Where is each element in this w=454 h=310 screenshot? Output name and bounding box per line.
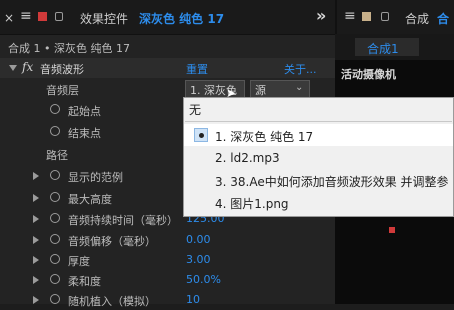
effect-name: 音频波形 (40, 63, 84, 76)
dropdown-option[interactable]: 4. 图片1.png (184, 191, 453, 213)
stopwatch-icon[interactable] (50, 170, 60, 180)
property-row: 柔和度 50.0% (0, 270, 335, 290)
stopwatch-icon[interactable] (50, 254, 60, 264)
dropdown-option-label: 无 (189, 103, 202, 117)
dropdown-option-label: 1. 深灰色 纯色 17 (215, 130, 314, 144)
expand-icon[interactable] (33, 172, 39, 180)
tan-label-square (362, 12, 371, 21)
property-value[interactable]: 0.00 (186, 233, 211, 246)
stopwatch-icon[interactable] (50, 213, 60, 223)
panel-options-icon[interactable]: ≡ (344, 8, 356, 24)
dropdown-option-label: 3. 38.Ae中如何添加音频波形效果 并调整参 (215, 175, 449, 189)
stopwatch-icon[interactable] (50, 274, 60, 284)
mouse-cursor-icon: ➤ (226, 86, 237, 100)
stopwatch-icon[interactable] (50, 294, 60, 304)
composition-tabbar: ≡ 合成 合 (335, 0, 454, 34)
reset-link[interactable]: 重置 (186, 61, 208, 77)
lock-icon[interactable] (55, 12, 63, 21)
composition-tab-name[interactable]: 合 (437, 10, 449, 27)
panel-menu-icon[interactable]: × (4, 11, 14, 25)
expand-icon[interactable] (33, 276, 39, 284)
stopwatch-icon[interactable] (50, 104, 60, 114)
dropdown-option-none[interactable]: 无 (184, 98, 453, 120)
property-label: 柔和度 (68, 275, 101, 288)
stopwatch-icon[interactable] (50, 126, 60, 136)
expand-icon[interactable] (33, 194, 39, 202)
property-value[interactable]: 3.00 (186, 253, 211, 266)
effects-breadcrumb: 合成 1 • 深灰色 纯色 17 (8, 42, 130, 55)
chevron-down-icon: ⌄ (295, 82, 304, 93)
selected-indicator-icon (194, 128, 208, 142)
tab-effect-controls[interactable]: 效果控件 (80, 10, 128, 27)
expand-icon[interactable] (33, 236, 39, 244)
dropdown-option[interactable]: 2. ld2.mp3 (184, 147, 453, 169)
property-label: 起始点 (68, 105, 101, 118)
property-row: 音频偏移（毫秒） 0.00 (0, 230, 335, 250)
layer-handle[interactable] (389, 227, 395, 233)
audio-source-select[interactable]: 源 ⌄ (250, 80, 310, 98)
lock-icon[interactable] (381, 12, 389, 21)
composition-name-tab[interactable]: 合成1 (355, 38, 419, 56)
overflow-icon[interactable]: » (316, 6, 326, 25)
effects-layer-name[interactable]: 深灰色 纯色 17 (139, 10, 224, 27)
effect-header-row[interactable]: fx 音频波形 重置 关于... (0, 58, 335, 78)
tab-composition[interactable]: 合成 (405, 10, 429, 27)
property-label: 路径 (46, 149, 68, 162)
property-row: 随机植入（模拟） 10 (0, 290, 335, 310)
property-row: 厚度 3.00 (0, 250, 335, 270)
about-link[interactable]: 关于... (284, 61, 317, 77)
dropdown-option-label: 2. ld2.mp3 (215, 151, 280, 165)
expand-icon[interactable] (33, 215, 39, 223)
active-camera-label: 活动摄像机 (341, 68, 396, 81)
dropdown-option[interactable]: 3. 38.Ae中如何添加音频波形效果 并调整参 (184, 169, 453, 191)
fx-icon[interactable]: fx (22, 60, 33, 74)
expand-icon[interactable] (33, 296, 39, 304)
property-label: 最大高度 (68, 193, 112, 206)
property-label: 结束点 (68, 127, 101, 140)
property-label: 厚度 (68, 255, 90, 268)
property-value[interactable]: 10 (186, 293, 200, 306)
property-label: 显示的范例 (68, 171, 123, 184)
expand-effect-icon[interactable] (9, 65, 17, 71)
audio-layer-dropdown-menu: 无 1. 深灰色 纯色 17 2. ld2.mp3 3. 38.Ae中如何添加音… (183, 97, 454, 217)
audio-layer-label: 音频层 (46, 84, 79, 97)
audio-source-value: 源 (255, 84, 266, 97)
menu-divider (185, 121, 452, 122)
stopwatch-icon[interactable] (50, 234, 60, 244)
composition-name: 合成1 (367, 42, 399, 56)
property-label: 音频偏移（毫秒） (68, 235, 156, 248)
property-label: 随机植入（模拟） (68, 295, 156, 308)
property-value[interactable]: 50.0% (186, 273, 221, 286)
red-label-square (38, 12, 47, 21)
panel-options-icon[interactable]: ≡ (20, 8, 32, 24)
effect-controls-tabbar: × ≡ 效果控件 深灰色 纯色 17 » (0, 0, 335, 35)
property-label: 音频持续时间（毫秒） (68, 214, 178, 227)
dropdown-option-label: 4. 图片1.png (215, 197, 289, 211)
stopwatch-icon[interactable] (50, 192, 60, 202)
expand-icon[interactable] (33, 256, 39, 264)
dropdown-option[interactable]: 1. 深灰色 纯色 17 (184, 124, 453, 146)
